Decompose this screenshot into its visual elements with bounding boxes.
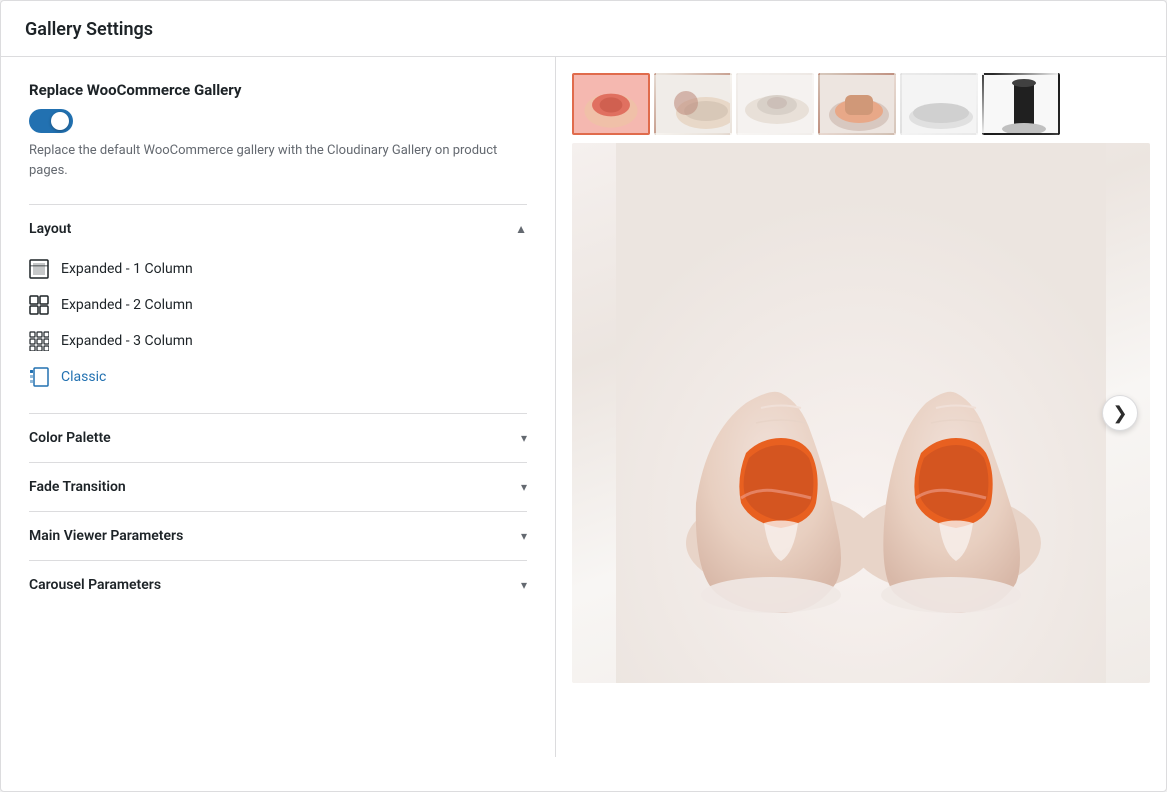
thumbnail-strip xyxy=(572,73,1150,135)
layout-option-3col-label: Expanded - 3 Column xyxy=(61,333,193,349)
layout-option-3col[interactable]: Expanded - 3 Column xyxy=(29,329,527,353)
layout-options: Expanded - 1 Column xyxy=(29,253,527,397)
layout-section: Layout ▲ xyxy=(29,204,527,413)
layout-option-1col[interactable]: Expanded - 1 Column xyxy=(29,257,527,281)
layout-icon-2col xyxy=(29,295,49,315)
layout-option-classic[interactable]: Classic xyxy=(29,365,527,389)
thumbnail-4[interactable] xyxy=(818,73,896,135)
main-viewer-chevron: ▾ xyxy=(521,529,527,543)
layout-accordion-header[interactable]: Layout ▲ xyxy=(29,205,527,253)
toggle-row xyxy=(29,109,527,133)
right-panel: ❯ xyxy=(556,57,1166,757)
layout-option-2col-label: Expanded - 2 Column xyxy=(61,297,193,313)
layout-icon-3col xyxy=(29,331,49,351)
page-header: Gallery Settings xyxy=(1,1,1166,57)
color-palette-accordion-header[interactable]: Color Palette ▾ xyxy=(29,414,527,462)
layout-chevron: ▲ xyxy=(515,222,527,236)
left-panel: Replace WooCommerce Gallery Replace the … xyxy=(1,57,556,757)
color-palette-chevron: ▾ xyxy=(521,431,527,445)
thumbnail-3[interactable] xyxy=(736,73,814,135)
main-viewer-section: Main Viewer Parameters ▾ xyxy=(29,511,527,560)
main-viewer-accordion-header[interactable]: Main Viewer Parameters ▾ xyxy=(29,512,527,560)
replace-gallery-section: Replace WooCommerce Gallery Replace the … xyxy=(29,81,527,180)
shoe-main-image xyxy=(572,143,1150,683)
color-palette-title: Color Palette xyxy=(29,430,111,446)
layout-icon-1col xyxy=(29,259,49,279)
page-content: Replace WooCommerce Gallery Replace the … xyxy=(1,57,1166,757)
layout-option-classic-label: Classic xyxy=(61,369,106,385)
fade-transition-accordion-header[interactable]: Fade Transition ▾ xyxy=(29,463,527,511)
replace-gallery-toggle[interactable] xyxy=(29,109,73,133)
layout-title: Layout xyxy=(29,221,71,237)
replace-gallery-title: Replace WooCommerce Gallery xyxy=(29,81,527,99)
next-icon: ❯ xyxy=(1112,403,1127,424)
layout-body: Expanded - 1 Column xyxy=(29,253,527,413)
carousel-section: Carousel Parameters ▾ xyxy=(29,560,527,609)
fade-transition-section: Fade Transition ▾ xyxy=(29,462,527,511)
toggle-thumb xyxy=(51,112,69,130)
carousel-title: Carousel Parameters xyxy=(29,577,161,593)
carousel-accordion-header[interactable]: Carousel Parameters ▾ xyxy=(29,561,527,609)
color-palette-section: Color Palette ▾ xyxy=(29,413,527,462)
layout-option-1col-label: Expanded - 1 Column xyxy=(61,261,193,277)
layout-icon-classic xyxy=(29,367,49,387)
layout-option-2col[interactable]: Expanded - 2 Column xyxy=(29,293,527,317)
replace-gallery-desc: Replace the default WooCommerce gallery … xyxy=(29,141,527,180)
thumbnail-2[interactable] xyxy=(654,73,732,135)
page-wrapper: Gallery Settings Replace WooCommerce Gal… xyxy=(0,0,1167,792)
toggle-track xyxy=(29,109,73,133)
main-image-container: ❯ xyxy=(572,143,1150,683)
page-title: Gallery Settings xyxy=(25,19,1142,40)
fade-transition-chevron: ▾ xyxy=(521,480,527,494)
thumbnail-1[interactable] xyxy=(572,73,650,135)
fade-transition-title: Fade Transition xyxy=(29,479,126,495)
carousel-chevron: ▾ xyxy=(521,578,527,592)
thumbnail-6[interactable] xyxy=(982,73,1060,135)
main-viewer-title: Main Viewer Parameters xyxy=(29,528,183,544)
thumbnail-5[interactable] xyxy=(900,73,978,135)
next-button[interactable]: ❯ xyxy=(1102,395,1138,431)
